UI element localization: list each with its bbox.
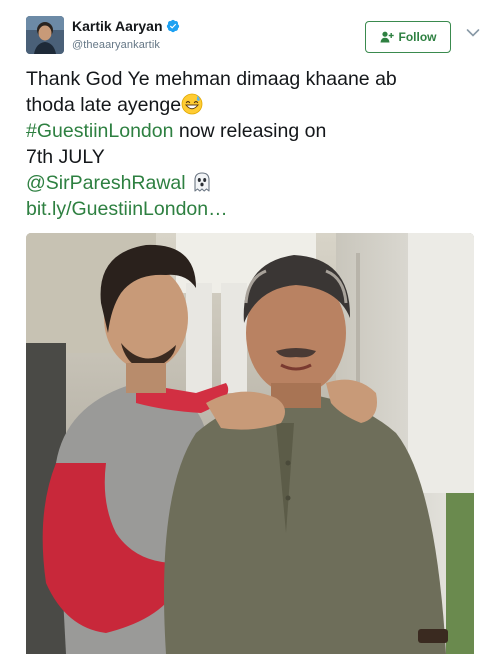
grinning-sweat-emoji-icon — [181, 93, 203, 115]
add-person-icon — [380, 31, 394, 43]
tweet: Kartik Aaryan @theaaryankartik Follow Th… — [0, 0, 497, 654]
photo-two-men — [26, 233, 474, 654]
hashtag-link[interactable]: #GuestiinLondon — [26, 120, 173, 142]
tweet-line-6: bit.ly/GuestiinLondon… — [26, 196, 476, 222]
follow-button[interactable]: Follow — [365, 21, 451, 53]
tweet-line-2: thoda late ayenge — [26, 92, 476, 118]
follow-label: Follow — [398, 30, 437, 44]
tweet-line-3-rest: now releasing on — [173, 120, 327, 142]
user-handle[interactable]: @theaaryankartik — [72, 39, 180, 51]
tweet-line-1: Thank God Ye mehman dimaag khaane ab — [26, 68, 397, 90]
tweet-text: Thank God Ye mehman dimaag khaane ab tho… — [26, 66, 476, 222]
tweet-header: Kartik Aaryan @theaaryankartik Follow — [26, 16, 482, 58]
display-name[interactable]: Kartik Aaryan — [72, 18, 163, 34]
tweet-line-4: 7th JULY — [26, 146, 105, 168]
url-link[interactable]: bit.ly/GuestiinLondon… — [26, 198, 228, 220]
chevron-down-icon[interactable] — [466, 27, 480, 39]
mention-link[interactable]: @SirPareshRawal — [26, 172, 186, 194]
tweet-photo[interactable] — [26, 233, 474, 654]
user-names: Kartik Aaryan @theaaryankartik — [72, 17, 180, 51]
avatar[interactable] — [26, 16, 64, 54]
tweet-line-5: @SirPareshRawal — [26, 170, 476, 196]
tweet-line-3: #GuestiinLondon now releasing on — [26, 118, 476, 144]
verified-badge-icon — [166, 19, 179, 32]
tweet-line-2-text: thoda late ayenge — [26, 94, 182, 116]
ghost-emoji-icon — [194, 172, 210, 192]
